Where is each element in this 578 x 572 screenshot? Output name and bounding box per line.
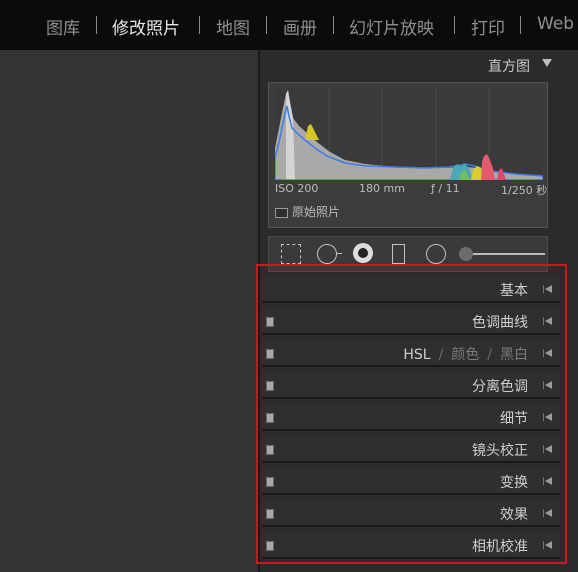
histogram-graph — [275, 88, 543, 180]
module-separator — [199, 16, 200, 34]
module-tab-slideshow[interactable]: 幻灯片放映 — [349, 14, 434, 39]
spot-removal-arrow-icon — [336, 253, 342, 254]
histogram-header[interactable]: 直方图 — [260, 50, 578, 80]
module-tab-map[interactable]: 地图 — [216, 14, 250, 39]
histogram-title: 直方图 — [488, 59, 530, 75]
module-tab-web[interactable]: Web — [537, 14, 574, 34]
module-tab-book[interactable]: 画册 — [283, 14, 317, 39]
module-tab-print[interactable]: 打印 — [471, 14, 505, 39]
spot-removal-icon[interactable] — [317, 244, 337, 264]
red-eye-icon[interactable] — [353, 243, 373, 263]
original-photo-checkbox[interactable] — [275, 208, 288, 218]
module-separator — [333, 16, 334, 34]
exif-shutter: 1/250 秒 — [501, 184, 548, 197]
adjustment-brush-track — [471, 253, 545, 255]
collapse-triangle-icon[interactable] — [542, 59, 552, 67]
module-separator — [454, 16, 455, 34]
module-separator — [96, 16, 97, 34]
original-photo-label: 原始照片 — [292, 205, 341, 219]
histogram[interactable]: ISO 200 180 mm ƒ / 11 1/250 秒 原始照片 — [268, 82, 548, 228]
module-tab-develop[interactable]: 修改照片 — [112, 14, 180, 39]
graduated-filter-icon[interactable] — [392, 244, 405, 264]
module-separator — [520, 16, 521, 34]
module-tab-library[interactable]: 图库 — [46, 14, 80, 39]
crop-overlay-icon[interactable] — [281, 244, 301, 264]
exif-aperture: ƒ / 11 — [431, 182, 460, 195]
exif-iso: ISO 200 — [275, 182, 319, 195]
exif-focal-length: 180 mm — [359, 182, 405, 195]
highlight-outline — [256, 264, 567, 564]
radial-filter-icon[interactable] — [426, 244, 446, 264]
adjustment-brush-icon[interactable] — [459, 247, 473, 261]
image-canvas[interactable] — [0, 50, 258, 572]
module-picker: 图库 修改照片 地图 画册 幻灯片放映 打印 Web — [0, 0, 578, 50]
module-separator — [266, 16, 267, 34]
